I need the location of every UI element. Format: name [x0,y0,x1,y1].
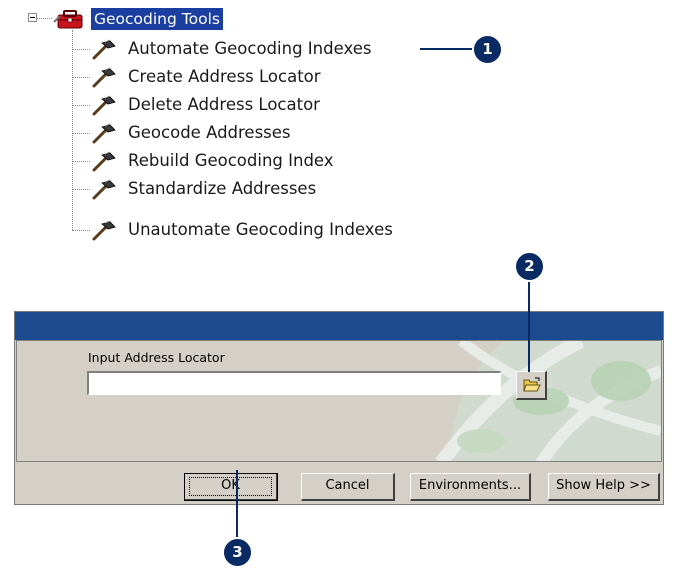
toolbox-icon [53,10,83,29]
tree-connector [72,49,90,50]
show-help-button[interactable]: Show Help >> [548,473,660,501]
environments-button[interactable]: Environments... [410,473,531,501]
cancel-button[interactable]: Cancel [301,473,395,501]
callout-leader-1 [420,48,480,50]
tree-item-label: Unautomate Geocoding Indexes [128,220,393,239]
ok-button[interactable]: OK [184,473,278,501]
open-folder-icon [523,377,541,392]
tree-item-unautomate-geocoding-indexes[interactable]: Unautomate Geocoding Indexes [72,217,492,243]
tree-connector [72,230,90,231]
focus-rectangle [189,477,272,496]
tree-item-label: Automate Geocoding Indexes [128,39,372,58]
hammer-icon [92,123,116,144]
geoprocessing-dialog: Input Address Locator OK Cancel Environm… [14,311,664,505]
dialog-titlebar[interactable] [15,312,663,340]
tree-connector [72,189,90,190]
tree-item-standardize-addresses[interactable]: Standardize Addresses [72,176,492,202]
tree-item-create-address-locator[interactable]: Create Address Locator [72,64,492,90]
input-address-locator-label: Input Address Locator [88,350,225,365]
collapse-toggle[interactable] [28,13,37,22]
geocoding-tools-tree: Geocoding Tools Automate Geocoding Index… [0,0,682,250]
tree-item-label: Delete Address Locator [128,95,320,114]
tree-item-label: Create Address Locator [128,67,321,86]
tree-item-rebuild-geocoding-index[interactable]: Rebuild Geocoding Index [72,148,492,174]
hammer-icon [92,179,116,200]
hammer-icon [92,151,116,172]
globe-watermark [421,341,661,461]
tree-item-delete-address-locator[interactable]: Delete Address Locator [72,92,492,118]
tree-item-geocode-addresses[interactable]: Geocode Addresses [72,120,492,146]
tree-connector [72,77,90,78]
tree-item-label: Standardize Addresses [128,179,317,198]
hammer-icon [92,95,116,116]
callout-leader-2 [528,282,530,372]
hammer-icon [92,39,116,60]
dialog-button-row: OK Cancel Environments... Show Help >> [15,462,663,504]
tree-connector [72,105,90,106]
parameters-panel: Input Address Locator [16,340,662,462]
tree-root-label[interactable]: Geocoding Tools [91,8,223,30]
hammer-icon [92,220,116,241]
hammer-icon [92,67,116,88]
input-address-locator-field[interactable] [87,371,501,395]
tree-item-label: Geocode Addresses [128,123,291,142]
tree-connector [37,18,52,19]
callout-2: 2 [514,251,545,282]
browse-button[interactable] [516,371,547,400]
callout-3: 3 [222,537,253,568]
callout-1: 1 [472,34,503,65]
tree-connector [72,161,90,162]
tree-connector [72,133,90,134]
tree-item-label: Rebuild Geocoding Index [128,151,334,170]
callout-leader-3 [236,470,238,545]
